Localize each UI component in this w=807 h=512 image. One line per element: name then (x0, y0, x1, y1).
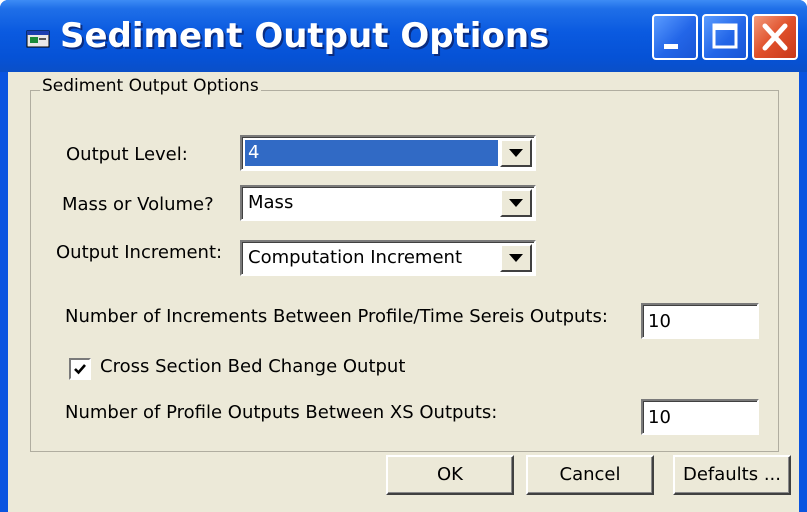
cross-section-checkbox[interactable] (69, 358, 91, 380)
output-increment-value: Computation Increment (248, 247, 463, 268)
ok-button[interactable]: OK (386, 455, 514, 495)
maximize-button[interactable] (702, 14, 748, 60)
output-increment-label: Output Increment: (56, 242, 223, 263)
output-level-label: Output Level: (66, 144, 188, 165)
increments-between-label: Number of Increments Between Profile/Tim… (65, 306, 608, 327)
output-increment-dropdown-button[interactable] (500, 244, 532, 272)
output-level-value: 4 (245, 140, 498, 166)
output-level-dropdown[interactable]: 4 (240, 135, 536, 171)
profile-outputs-value: 10 (648, 407, 671, 428)
dialog-window: Sediment Output Options Sediment Output … (0, 0, 807, 512)
title-bar[interactable]: Sediment Output Options (0, 0, 807, 72)
chevron-down-icon (509, 199, 523, 207)
cancel-button[interactable]: Cancel (526, 455, 654, 495)
increments-between-value: 10 (648, 311, 671, 332)
defaults-button[interactable]: Defaults ... (673, 455, 791, 495)
profile-outputs-label: Number of Profile Outputs Between XS Out… (65, 402, 498, 423)
cross-section-label[interactable]: Cross Section Bed Change Output (100, 356, 405, 377)
chevron-down-icon (509, 149, 523, 157)
checkmark-icon (74, 364, 86, 375)
window-title: Sediment Output Options (60, 16, 550, 56)
profile-outputs-input[interactable]: 10 (641, 399, 759, 435)
maximize-icon (712, 23, 738, 49)
close-button[interactable] (752, 14, 798, 60)
increments-between-input[interactable]: 10 (641, 303, 759, 339)
dialog-body: Sediment Output Options Output Level: 4 … (8, 72, 799, 512)
mass-or-volume-dropdown-button[interactable] (500, 189, 532, 217)
minimize-button[interactable] (652, 14, 698, 60)
mass-or-volume-dropdown[interactable]: Mass (240, 185, 536, 221)
groupbox-caption: Sediment Output Options (40, 76, 261, 96)
mass-or-volume-value: Mass (248, 192, 294, 213)
window-app-icon (26, 30, 50, 48)
minimize-icon (664, 44, 678, 49)
mass-or-volume-label: Mass or Volume? (62, 194, 214, 215)
output-level-dropdown-button[interactable] (500, 139, 532, 167)
chevron-down-icon (509, 254, 523, 262)
close-icon (762, 23, 788, 51)
output-increment-dropdown[interactable]: Computation Increment (240, 240, 536, 276)
